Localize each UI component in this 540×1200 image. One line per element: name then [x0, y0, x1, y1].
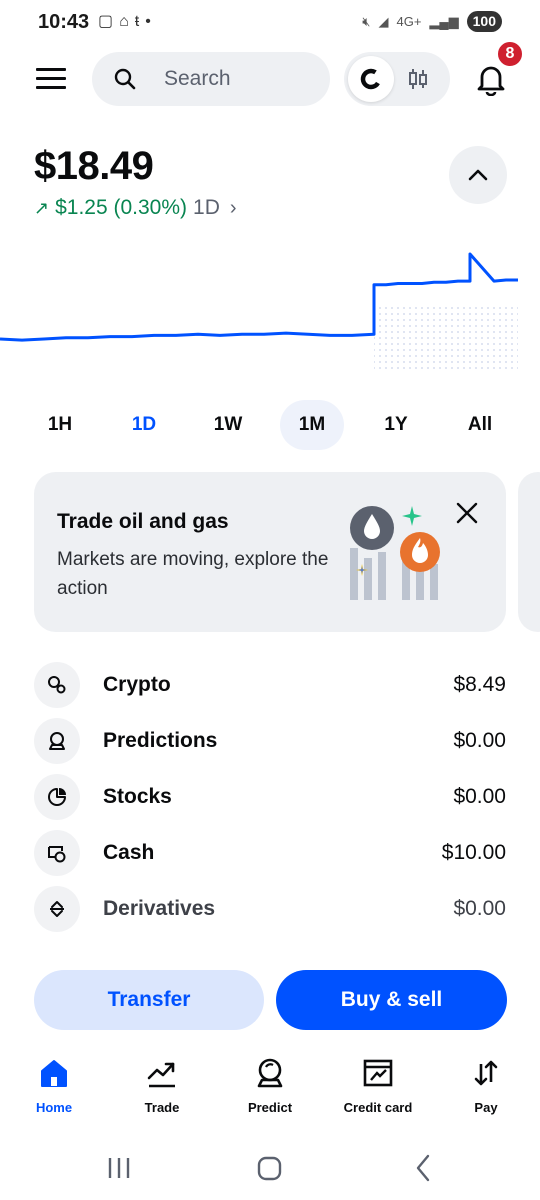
portfolio-balance: $18.49	[34, 144, 154, 188]
range-1h[interactable]: 1H	[28, 400, 92, 450]
change-value: $1.25 (0.30%)	[55, 196, 188, 219]
range-1y[interactable]: 1Y	[364, 400, 428, 450]
arrow-up-right-icon: ↗	[34, 197, 50, 218]
stocks-icon	[34, 774, 80, 820]
coinbase-logo-icon	[348, 56, 394, 102]
close-icon[interactable]	[454, 500, 480, 526]
chevron-up-icon	[468, 169, 488, 181]
oil-gas-illustration	[350, 506, 440, 600]
home-button-icon[interactable]	[257, 1156, 282, 1181]
nav-label: Credit card	[343, 1100, 413, 1115]
search-icon	[114, 68, 136, 90]
crypto-icon	[34, 662, 80, 708]
battery-indicator: 100	[466, 11, 502, 32]
asset-value: $0.00	[453, 729, 506, 752]
chart-area-fill	[374, 306, 518, 370]
mute-icon: 🔇︎	[362, 13, 371, 29]
bell-icon[interactable]	[474, 62, 508, 96]
notification-badge: 8	[496, 40, 524, 68]
transfer-button[interactable]: Transfer	[34, 970, 264, 1030]
nav-label: Trade	[144, 1100, 180, 1115]
buy-sell-button[interactable]: Buy & sell	[276, 970, 507, 1030]
asset-name: Cash	[103, 841, 155, 864]
system-nav-bar	[108, 1154, 430, 1182]
asset-row-crypto[interactable]: Crypto $8.49	[34, 662, 506, 708]
promo-title: Trade oil and gas	[57, 510, 229, 533]
credit-card-icon	[363, 1059, 393, 1087]
asset-name: Stocks	[103, 785, 172, 808]
asset-name: Derivatives	[103, 897, 216, 920]
predict-icon	[257, 1058, 283, 1088]
asset-value: $0.00	[453, 897, 506, 920]
asset-value: $10.00	[441, 841, 506, 864]
asset-value: $0.00	[453, 785, 506, 808]
promo-body: Markets are moving, explore the action	[57, 549, 329, 599]
collapse-chart-button[interactable]	[449, 146, 507, 204]
pay-icon	[474, 1060, 498, 1086]
nav-predict[interactable]: Predict	[216, 1050, 324, 1130]
asset-name: Predictions	[103, 729, 218, 752]
chevron-right-icon: ›	[229, 196, 237, 219]
nav-label: Predict	[247, 1100, 293, 1115]
recents-icon[interactable]	[108, 1158, 130, 1178]
asset-value: $8.49	[453, 673, 506, 696]
derivatives-icon	[34, 886, 80, 932]
portfolio-change[interactable]: ↗ $1.25 (0.30%) 1D ›	[34, 196, 237, 220]
search-input[interactable]: Search	[92, 52, 330, 106]
asset-row-predictions[interactable]: Predictions $0.00	[34, 718, 506, 764]
trend-icon	[147, 1062, 175, 1088]
signal-bars-icon: ▂▄▆	[429, 13, 459, 29]
candlestick-icon	[409, 69, 427, 89]
change-period: 1D	[193, 196, 220, 219]
nav-label: Pay	[474, 1100, 498, 1115]
home-icon	[41, 1060, 67, 1087]
promo-card[interactable]: Trade oil and gas Markets are moving, ex…	[34, 472, 506, 632]
menu-icon[interactable]	[36, 68, 66, 90]
network-type: 4G+	[396, 14, 422, 29]
asset-name: Crypto	[103, 673, 171, 696]
range-all[interactable]: All	[448, 400, 512, 450]
asset-row-derivatives[interactable]: Derivatives $0.00	[34, 886, 506, 932]
next-promo-card-peek[interactable]	[518, 472, 540, 632]
status-bar: 10:43 ▢ ⌂ ŧ • 🔇︎ ◢ 4G+ ▂▄▆ 100	[0, 0, 540, 44]
asset-row-stocks[interactable]: Stocks $0.00	[34, 774, 506, 820]
range-1w[interactable]: 1W	[196, 400, 260, 450]
status-right: 🔇︎ ◢ 4G+ ▂▄▆ 100	[362, 11, 502, 32]
nav-label: Home	[35, 1100, 73, 1115]
range-selector: 1H 1D 1W 1M 1Y All	[28, 400, 512, 450]
nav-pay[interactable]: Pay	[432, 1050, 540, 1130]
dot-icon: •	[145, 13, 151, 30]
back-icon[interactable]	[416, 1154, 430, 1182]
predictions-icon	[34, 718, 80, 764]
bottom-nav: Home Trade Predict Credit card Pay	[0, 1050, 540, 1130]
signal-icon: ◢	[378, 13, 389, 29]
nav-credit-card[interactable]: Credit card	[324, 1050, 432, 1130]
app-notification-icon-2: ŧ	[134, 13, 140, 30]
screenshot-icon: ▢	[98, 13, 114, 30]
asset-row-cash[interactable]: Cash $10.00	[34, 830, 506, 876]
range-1m[interactable]: 1M	[280, 400, 344, 450]
search-placeholder: Search	[164, 67, 231, 90]
nav-trade[interactable]: Trade	[108, 1050, 216, 1130]
notification-icons: ▢ ⌂ ŧ •	[98, 12, 151, 32]
cash-icon	[34, 830, 80, 876]
status-time: 10:43	[38, 11, 90, 33]
portfolio-chart[interactable]	[0, 240, 540, 400]
app-notification-icon: ⌂	[119, 13, 129, 30]
nav-home[interactable]: Home	[0, 1050, 108, 1130]
mode-toggle[interactable]	[344, 52, 450, 106]
range-1d[interactable]: 1D	[112, 400, 176, 450]
